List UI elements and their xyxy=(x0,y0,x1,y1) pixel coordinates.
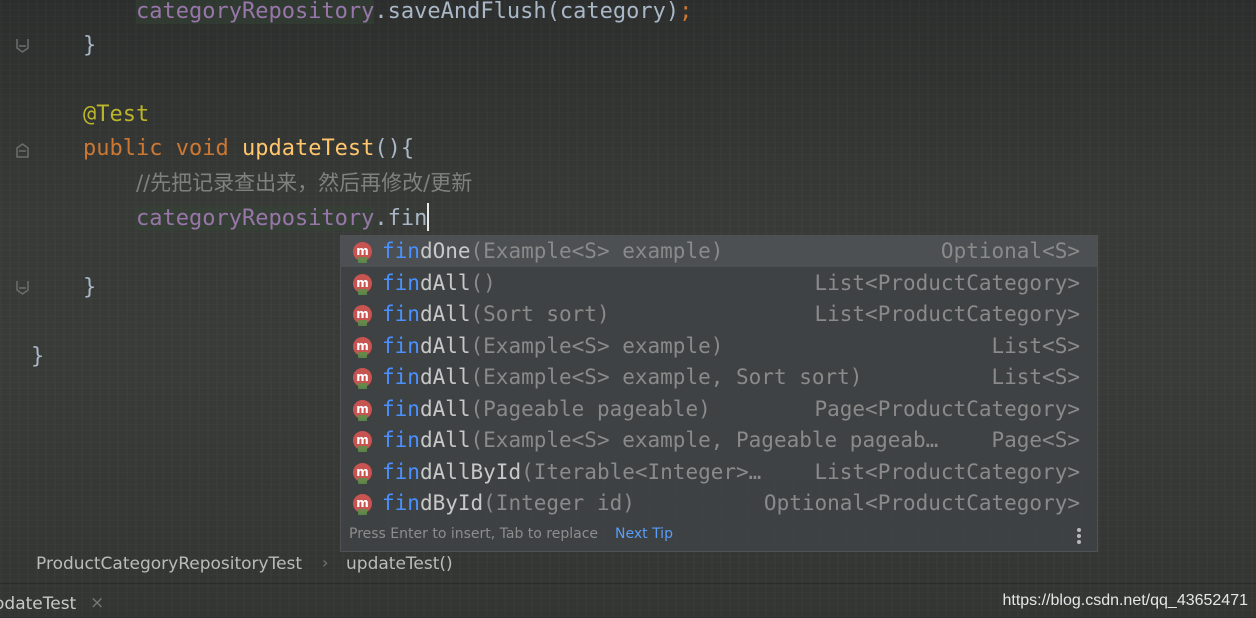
text-caret xyxy=(427,203,430,231)
completion-match: fin xyxy=(382,459,420,484)
close-icon[interactable]: × xyxy=(90,593,104,613)
completion-name: dAll xyxy=(419,365,471,389)
completion-return-type: List<ProductCategory> xyxy=(814,270,1080,295)
completion-return-type: List<S> xyxy=(991,365,1080,389)
code-line-save[interactable]: categoryRepository.saveAndFlush(category… xyxy=(136,0,692,27)
completion-name: dAll xyxy=(419,302,471,326)
completion-name: dAllById xyxy=(419,459,522,484)
completion-signature: findAllById(Iterable<Integer>… xyxy=(382,457,761,488)
completion-name: dById xyxy=(419,491,484,515)
method-icon: m xyxy=(353,494,372,515)
method-icon: m xyxy=(353,399,372,421)
method-declaration[interactable]: public void updateTest(){ xyxy=(83,134,414,164)
watermark: https://blog.csdn.net/qq_43652471 xyxy=(1002,592,1248,609)
annotation-test[interactable]: @Test xyxy=(83,100,149,130)
more-options-icon[interactable] xyxy=(1077,526,1083,546)
completion-return-type: List<ProductCategory> xyxy=(814,302,1080,326)
semicolon: ; xyxy=(679,0,693,24)
method-icon: m xyxy=(353,273,372,295)
code-brace[interactable]: } xyxy=(83,273,96,303)
completion-return-type: Page<ProductCategory> xyxy=(814,396,1080,421)
completion-signature: findAll(Example<S> example, Sort sort) xyxy=(382,362,862,393)
run-tab-bar: odateTest × https://blog.csdn.net/qq_436… xyxy=(0,583,1256,618)
completion-match: fin xyxy=(382,428,420,452)
fold-end-icon[interactable] xyxy=(16,280,29,295)
completion-item[interactable]: m findAll(Example<S> example, Pageable pa… xyxy=(341,425,1097,456)
completion-signature: findAll() xyxy=(382,268,496,299)
completion-match: fin xyxy=(382,491,420,515)
completion-item[interactable]: m findAll(Sort sort) List<ProductCategory> xyxy=(341,299,1097,330)
breadcrumb-file[interactable]: ProductCategoryRepositoryTest xyxy=(36,554,302,574)
completion-match: fin xyxy=(382,333,420,358)
field-ref: categoryRepository xyxy=(136,0,375,24)
keyword-public: public xyxy=(83,136,163,161)
method-icon: m xyxy=(353,305,372,326)
completion-params: (Sort sort) xyxy=(470,302,610,326)
method-call: .saveAndFlush(category) xyxy=(374,0,680,24)
method-parens: (){ xyxy=(374,136,415,161)
completion-match: fin xyxy=(382,239,420,263)
completion-params: () xyxy=(470,270,496,295)
fold-start-icon[interactable] xyxy=(16,143,29,158)
completion-name: dAll xyxy=(419,396,471,421)
completion-signature: findOne(Example<S> example) xyxy=(382,236,723,267)
completion-item[interactable]: m findAll(Example<S> example, Sort sort) L… xyxy=(341,362,1097,393)
completion-match: fin xyxy=(382,396,420,421)
method-icon: m xyxy=(353,336,372,358)
completion-signature: findAll(Example<S> example, Pageable pag… xyxy=(382,425,938,456)
completion-return-type: List<S> xyxy=(991,333,1080,358)
completion-return-type: Optional<ProductCategory> xyxy=(763,491,1080,515)
completion-item[interactable]: m findAll() List<ProductCategory> xyxy=(341,268,1097,299)
completion-match: fin xyxy=(382,302,420,326)
method-name: updateTest xyxy=(241,136,375,161)
method-icon: m xyxy=(353,242,372,263)
next-tip-link[interactable]: Next Tip xyxy=(615,526,673,542)
completion-item[interactable]: m findOne(Example<S> example) Optional<S> xyxy=(341,236,1097,267)
completion-params: (Integer id) xyxy=(483,491,635,515)
breadcrumb-method[interactable]: updateTest() xyxy=(346,554,453,574)
completion-hint: Press Enter to insert, Tab to replace xyxy=(349,526,599,542)
completion-params: (Example<S> example) xyxy=(470,333,724,358)
completion-return-type: List<ProductCategory> xyxy=(814,459,1080,484)
completion-name: dOne xyxy=(419,239,471,263)
fold-end-icon[interactable] xyxy=(16,38,29,53)
keyword-void: void xyxy=(175,136,229,161)
completion-match: fin xyxy=(382,365,420,389)
field-ref: categoryRepository xyxy=(136,206,375,231)
completion-item[interactable]: m findAll(Example<S> example) List<S> xyxy=(341,331,1097,362)
completion-item[interactable]: m findById(Integer id) Optional<ProductCat… xyxy=(341,488,1097,519)
completion-signature: findById(Integer id) xyxy=(382,488,635,519)
code-brace[interactable]: } xyxy=(83,31,96,61)
completion-item[interactable]: m findAllById(Iterable<Integer>… List<Prod… xyxy=(341,457,1097,488)
completion-item[interactable]: m findAll(Pageable pageable) Page<ProductC… xyxy=(341,394,1097,425)
completion-name: dAll xyxy=(419,428,471,452)
typed-text: .fin xyxy=(374,206,428,231)
method-icon: m xyxy=(353,431,372,452)
code-brace[interactable]: } xyxy=(31,342,44,372)
completion-params: (Pageable pageable) xyxy=(470,396,711,421)
completion-params: (Iterable<Integer>… xyxy=(521,459,762,484)
completion-signature: findAll(Sort sort) xyxy=(382,299,610,330)
completion-params: (Example<S> example, Sort sort) xyxy=(470,365,863,389)
breadcrumb-separator: › xyxy=(322,553,329,572)
breadcrumb: ProductCategoryRepositoryTest › updateTe… xyxy=(0,547,1256,583)
completion-signature: findAll(Pageable pageable) xyxy=(382,394,711,425)
completion-return-type: Page<S> xyxy=(991,428,1080,452)
completion-name: dAll xyxy=(419,333,471,358)
completion-params: (Example<S> example, Pageable pageab… xyxy=(470,428,939,452)
method-icon: m xyxy=(353,368,372,389)
code-comment[interactable]: //先把记录查出来，然后再修改/更新 xyxy=(136,168,472,198)
completion-return-type: Optional<S> xyxy=(940,239,1080,263)
completion-match: fin xyxy=(382,270,420,295)
completion-popup[interactable]: Press Enter to insert, Tab to replace Ne… xyxy=(340,235,1098,552)
code-line-typing[interactable]: categoryRepository.fin xyxy=(136,203,430,234)
run-tab[interactable]: odateTest xyxy=(0,594,76,614)
completion-name: dAll xyxy=(419,270,471,295)
completion-signature: findAll(Example<S> example) xyxy=(382,331,723,362)
completion-params: (Example<S> example) xyxy=(470,239,724,263)
method-icon: m xyxy=(353,462,372,484)
